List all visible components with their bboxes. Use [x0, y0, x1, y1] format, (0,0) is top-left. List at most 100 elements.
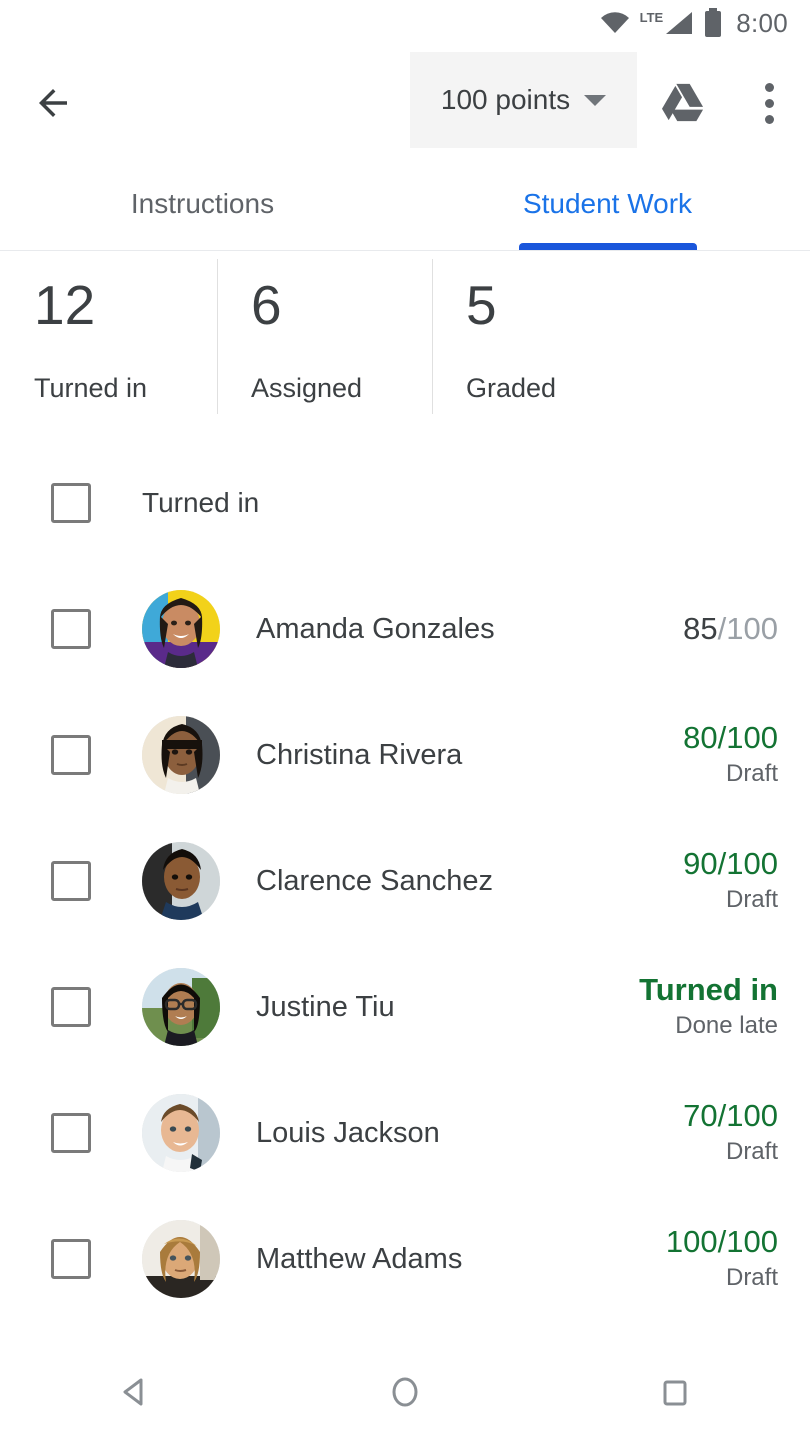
stat-turned-in[interactable]: 12 Turned in [0, 251, 217, 411]
row-checkbox-cell[interactable] [0, 1113, 142, 1153]
app-screen: LTE 8:00 100 points Instructions Student… [0, 0, 810, 1440]
grade-score: Turned in [639, 972, 778, 1008]
avatar [142, 1094, 220, 1172]
grade-score: 85 [683, 610, 718, 646]
table-row[interactable]: Christina Rivera 80/100 Draft [0, 692, 810, 818]
avatar [142, 1220, 220, 1298]
row-checkbox[interactable] [51, 1239, 91, 1279]
grade-value: 100/100 [666, 1224, 778, 1260]
lte-label: LTE [639, 10, 664, 25]
student-name: Matthew Adams [256, 1242, 463, 1275]
student-name: Louis Jackson [256, 1116, 440, 1149]
avatar [142, 968, 220, 1046]
row-checkbox-cell[interactable] [0, 735, 142, 775]
tab-bar: Instructions Student Work [0, 158, 810, 251]
grade-value: 90/100 [683, 846, 778, 882]
chevron-down-icon [584, 94, 607, 106]
table-row[interactable]: Justine Tiu Turned in Done late [0, 944, 810, 1070]
row-checkbox-cell[interactable] [0, 987, 142, 1027]
grade-value: 80/100 [683, 720, 778, 756]
stat-turned-in-label: Turned in [34, 372, 148, 403]
section-title: Turned in [142, 487, 260, 518]
stat-assigned-label: Assigned [251, 372, 363, 403]
stat-assigned-count: 6 [251, 274, 282, 336]
student-list[interactable]: Turned in Amanda Gonzales 85/100 Christi… [0, 440, 810, 1320]
table-row[interactable]: Amanda Gonzales 85/100 [0, 566, 810, 692]
nav-home-button[interactable] [360, 1347, 450, 1437]
nav-back-icon [123, 1378, 143, 1406]
stat-graded-label: Graded [466, 372, 557, 403]
tab-student-work[interactable]: Student Work [405, 158, 810, 250]
battery-icon [704, 8, 722, 38]
select-all-checkbox-cell[interactable] [0, 483, 142, 523]
grade-denominator: /100 [717, 1224, 778, 1260]
student-name: Amanda Gonzales [256, 612, 495, 645]
grade-cell[interactable]: 85/100 [683, 566, 778, 692]
grade-sub-label: Done late [675, 1011, 778, 1039]
more-vertical-icon [764, 114, 774, 124]
grade-score: 70 [683, 1098, 718, 1134]
grade-score: 80 [683, 720, 718, 756]
grade-cell[interactable]: 100/100 Draft [666, 1196, 778, 1320]
stat-assigned[interactable]: 6 Assigned [217, 251, 432, 414]
row-checkbox-cell[interactable] [0, 1239, 142, 1279]
nav-back-button[interactable] [90, 1347, 180, 1437]
table-row[interactable]: Clarence Sanchez 90/100 Draft [0, 818, 810, 944]
points-label: 100 points [440, 84, 571, 115]
grade-sub-label: Draft [725, 885, 778, 913]
android-nav-bar [0, 1344, 810, 1440]
table-row[interactable]: Louis Jackson 70/100 Draft [0, 1070, 810, 1196]
back-button[interactable] [22, 72, 84, 134]
row-checkbox[interactable] [51, 861, 91, 901]
avatar [142, 590, 220, 668]
row-checkbox[interactable] [51, 1113, 91, 1153]
grade-cell[interactable]: 70/100 Draft [683, 1070, 778, 1196]
row-checkbox[interactable] [51, 609, 91, 649]
grade-sub-label: Draft [725, 1263, 778, 1291]
row-checkbox-cell[interactable] [0, 861, 142, 901]
grade-cell[interactable]: Turned in Done late [639, 944, 778, 1070]
grade-sub-label: Draft [725, 759, 778, 787]
status-time: 8:00 [736, 7, 788, 38]
row-checkbox[interactable] [51, 987, 91, 1027]
grade-value: 70/100 [683, 1098, 778, 1134]
grade-denominator: /100 [717, 1098, 778, 1134]
open-in-drive-button[interactable] [652, 72, 714, 134]
grade-denominator: /100 [717, 846, 778, 882]
nav-home-icon [392, 1377, 418, 1407]
more-vertical-icon [764, 82, 774, 92]
summary-stats: 12 Turned in 6 Assigned 5 Graded [0, 251, 810, 426]
tab-student-work-label: Student Work [522, 188, 693, 219]
row-checkbox[interactable] [51, 735, 91, 775]
avatar [142, 716, 220, 794]
grade-value: Turned in [639, 972, 778, 1008]
grade-cell[interactable]: 90/100 Draft [683, 818, 778, 944]
stat-turned-in-count: 12 [34, 274, 96, 336]
google-drive-icon [662, 83, 704, 122]
stat-graded-count: 5 [466, 274, 497, 336]
student-name: Christina Rivera [256, 738, 463, 771]
nav-recents-button[interactable] [630, 1347, 720, 1437]
grade-cell[interactable]: 80/100 Draft [683, 692, 778, 818]
grade-score: 90 [683, 846, 718, 882]
more-vertical-icon [764, 98, 774, 108]
more-options-button[interactable] [738, 72, 800, 134]
section-header-turned-in: Turned in [0, 440, 810, 566]
grade-denominator: /100 [717, 610, 778, 646]
table-row[interactable]: Matthew Adams 100/100 Draft [0, 1196, 810, 1320]
status-bar: LTE 8:00 [0, 0, 810, 46]
student-name: Clarence Sanchez [256, 864, 493, 897]
stat-graded[interactable]: 5 Graded [432, 251, 612, 414]
active-tab-indicator [518, 243, 697, 250]
wifi-icon [600, 11, 630, 35]
grade-denominator: /100 [717, 720, 778, 756]
student-name: Justine Tiu [256, 990, 395, 1023]
points-dropdown[interactable]: 100 points [410, 52, 637, 148]
nav-recents-icon [663, 1380, 687, 1406]
avatar [142, 842, 220, 920]
cell-signal-icon: LTE [640, 10, 695, 36]
row-checkbox-cell[interactable] [0, 609, 142, 649]
back-arrow-icon [39, 89, 67, 117]
tab-instructions[interactable]: Instructions [0, 158, 405, 250]
select-all-checkbox[interactable] [51, 483, 91, 523]
